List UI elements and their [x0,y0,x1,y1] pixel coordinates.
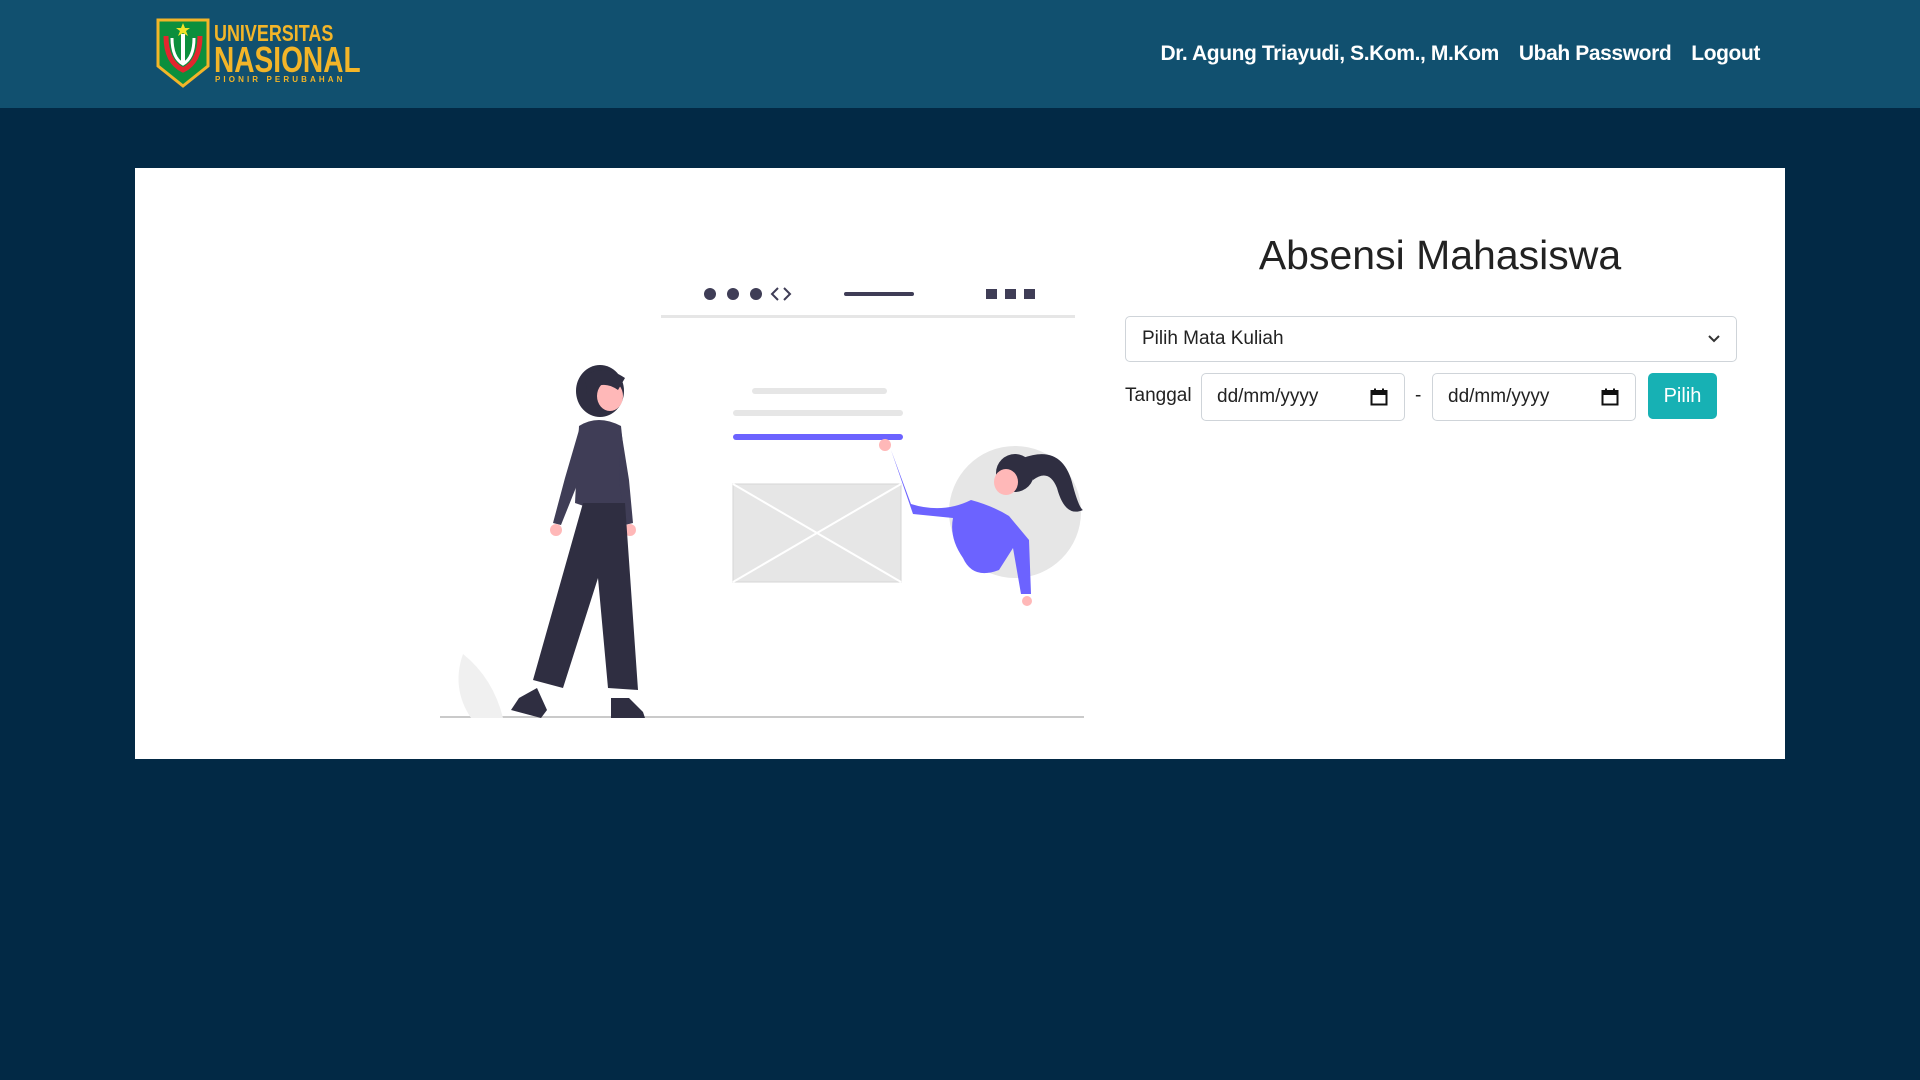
end-date-input[interactable]: dd/mm/yyyy [1432,373,1636,421]
attendance-illustration [440,287,1084,718]
image-placeholder-graphic [732,483,902,583]
attendance-form: Absensi Mahasiswa Pilih Mata Kuliah Tang… [1125,228,1755,421]
brand-line-2: NASIONAL [214,39,361,80]
page-title: Absensi Mahasiswa [1258,232,1622,278]
browser-bar-graphic [661,287,1075,318]
logout-link[interactable]: Logout [1691,42,1760,66]
standing-woman-graphic [511,365,645,718]
top-navbar: UNIVERSITAS NASIONAL PIONIR PERUBAHAN Dr… [0,0,1920,108]
date-range-row: Tanggal dd/mm/yyyy - dd/mm/yyyy Pilih [1125,373,1755,421]
university-logo[interactable]: UNIVERSITAS NASIONAL PIONIR PERUBAHAN [156,18,361,88]
date-label: Tanggal [1125,385,1192,406]
start-date-input[interactable]: dd/mm/yyyy [1201,373,1405,421]
chevron-down-icon [1708,335,1720,343]
course-select[interactable]: Pilih Mata Kuliah [1125,316,1737,362]
start-date-value: dd/mm/yyyy [1217,386,1319,407]
nav-links: Dr. Agung Triayudi, S.Kom., M.Kom Ubah P… [1161,0,1761,108]
change-password-link[interactable]: Ubah Password [1519,42,1672,66]
calendar-icon[interactable] [1370,388,1388,406]
shield-emblem-icon [156,18,210,88]
select-button[interactable]: Pilih [1648,373,1717,419]
date-separator: - [1415,385,1422,406]
reaching-woman-graphic [879,439,1083,606]
calendar-icon[interactable] [1601,388,1619,406]
brand-tagline: PIONIR PERUBAHAN [215,75,346,84]
user-name-link[interactable]: Dr. Agung Triayudi, S.Kom., M.Kom [1161,42,1500,66]
course-select-value: Pilih Mata Kuliah [1142,328,1284,349]
end-date-value: dd/mm/yyyy [1448,386,1550,407]
main-card: Absensi Mahasiswa Pilih Mata Kuliah Tang… [135,168,1785,759]
